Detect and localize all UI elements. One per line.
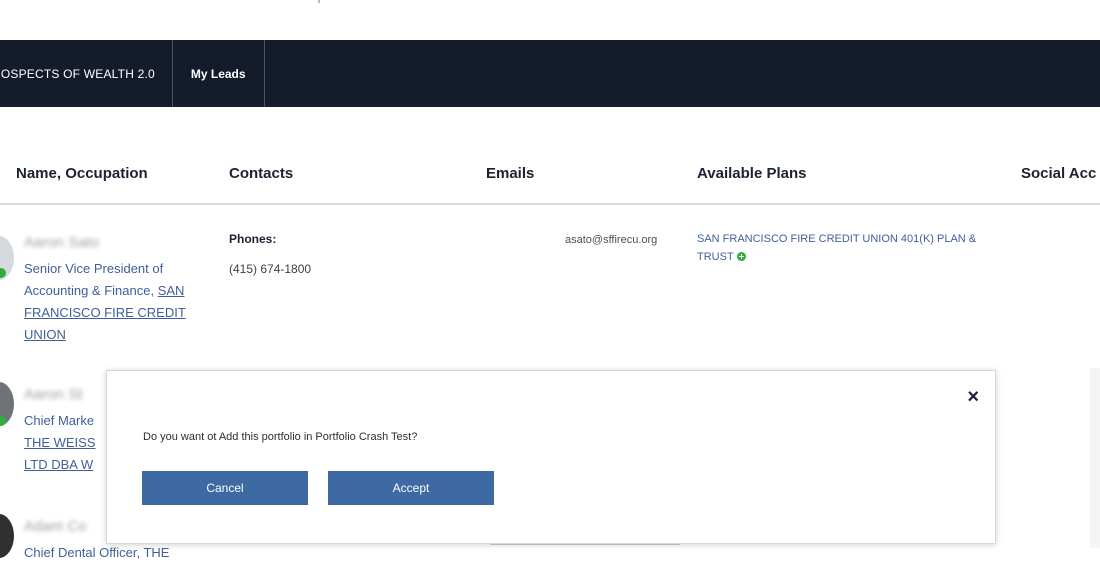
top-dot xyxy=(318,0,320,3)
lead-occupation: Chief Dental Officer, THE xyxy=(24,545,170,560)
header-contacts[interactable]: Contacts xyxy=(229,165,293,182)
company-link-continued[interactable]: LTD DBA W xyxy=(24,457,93,472)
available-plan: SAN FRANCISCO FIRE CREDIT UNION 401(K) P… xyxy=(697,230,987,266)
tab-my-leads[interactable]: My Leads xyxy=(173,40,265,107)
occupation-text: Senior Vice President of Accounting & Fi… xyxy=(24,261,164,298)
lead-name[interactable]: Aaron Sato xyxy=(24,234,99,251)
lead-name[interactable]: Adam Co xyxy=(24,518,87,535)
company-link[interactable]: THE WEISS xyxy=(24,435,96,450)
cancel-button[interactable]: Cancel xyxy=(142,471,308,505)
status-online-dot xyxy=(0,416,6,426)
accept-button[interactable]: Accept xyxy=(328,471,494,505)
header-social-accounts[interactable]: Social Acc xyxy=(1021,165,1096,182)
table-header: Name, Occupation Contacts Emails Availab… xyxy=(0,155,1100,205)
email-address[interactable]: asato@sffirecu.org xyxy=(565,234,657,246)
header-emails[interactable]: Emails xyxy=(486,165,534,182)
avatar xyxy=(0,514,14,558)
header-available-plans[interactable]: Available Plans xyxy=(697,165,807,182)
close-icon[interactable]: × xyxy=(967,387,979,407)
phones-label: Phones: xyxy=(229,232,277,246)
confirm-dialog: × Do you want ot Add this portfolio in P… xyxy=(106,370,996,544)
lead-occupation: Senior Vice President of Accounting & Fi… xyxy=(24,258,200,346)
lead-name[interactable]: Aaron St xyxy=(24,386,82,403)
dialog-message: Do you want ot Add this portfolio in Por… xyxy=(143,431,418,443)
right-panel-edge xyxy=(1090,368,1100,548)
top-navigation-bar: ROSPECTS OF WEALTH 2.0 My Leads xyxy=(0,40,1100,107)
header-name-occupation[interactable]: Name, Occupation xyxy=(16,165,148,182)
add-plan-icon[interactable] xyxy=(736,252,746,261)
nav-brand[interactable]: ROSPECTS OF WEALTH 2.0 xyxy=(0,40,173,107)
phone-number[interactable]: (415) 674-1800 xyxy=(229,262,311,276)
